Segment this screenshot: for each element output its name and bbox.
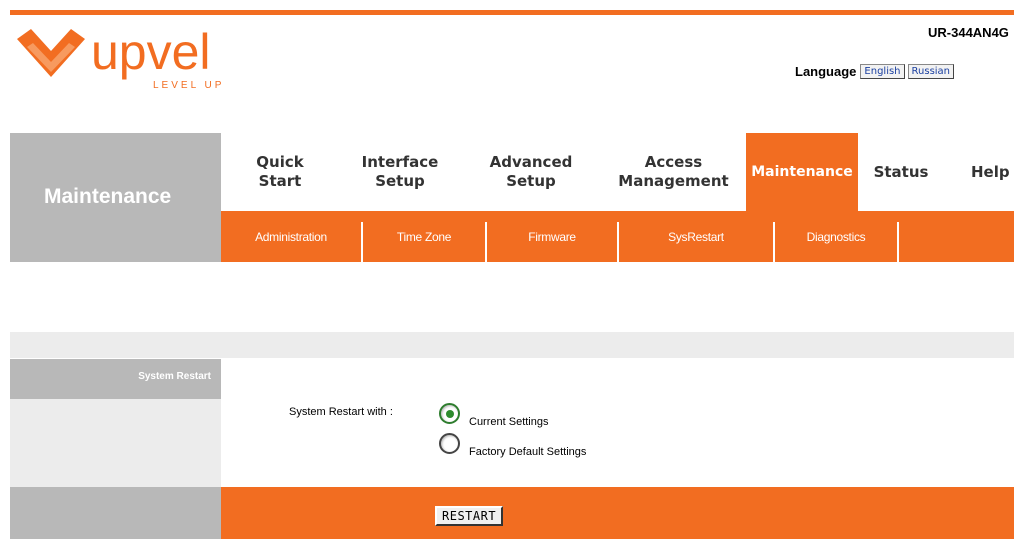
language-label: Language <box>795 64 857 79</box>
tab-advanced-setup[interactable]: Advanced Setup <box>461 133 601 211</box>
tab-label-line2: Setup <box>506 172 556 190</box>
subtab-sysrestart[interactable]: SysRestart <box>619 211 773 262</box>
language-english-button[interactable]: English <box>860 64 905 79</box>
main-nav: Quick Start Interface Setup Advanced Setup … <box>221 133 1014 211</box>
current-settings-radio[interactable] <box>439 403 460 424</box>
model-name: UR-344AN4G <box>928 25 1009 40</box>
page-title: Maintenance <box>44 185 172 208</box>
subnav-divider <box>897 222 899 262</box>
section-header-panel: Maintenance <box>10 133 221 262</box>
top-accent-line <box>10 10 1014 15</box>
current-settings-label: Current Settings <box>469 416 549 428</box>
tab-label-line1: Status <box>873 162 929 181</box>
tab-interface-setup[interactable]: Interface Setup <box>339 133 461 211</box>
router-admin-page: upvel LEVEL UP UR-344AN4G Language Engli… <box>0 0 1014 539</box>
system-restart-with-label: System Restart with : <box>289 406 393 418</box>
tab-label-line2: Setup <box>375 172 425 190</box>
tab-label-line1: Quick <box>256 153 304 171</box>
factory-default-radio[interactable] <box>439 433 460 454</box>
tab-label-line2: Start <box>258 172 302 190</box>
language-russian-button[interactable]: Russian <box>907 64 955 79</box>
subtab-time-zone[interactable]: Time Zone <box>363 211 485 262</box>
tab-label-line1: Access <box>644 153 703 171</box>
restart-button[interactable]: RESTART <box>435 506 504 526</box>
footer-action-bar <box>221 487 1014 539</box>
logo-tagline: LEVEL UP <box>153 80 224 91</box>
tab-label-line2: Management <box>618 172 729 190</box>
tab-help[interactable]: Help <box>944 133 1014 211</box>
system-restart-section-header: System Restart <box>10 359 221 399</box>
tab-label-line1: Interface <box>361 153 439 171</box>
tab-label-line1: Help <box>971 162 1010 181</box>
section-label-column <box>10 399 221 487</box>
tab-status[interactable]: Status <box>858 133 944 211</box>
tab-label-line1: Maintenance <box>751 163 853 180</box>
tab-access-management[interactable]: Access Management <box>601 133 746 211</box>
subtab-firmware[interactable]: Firmware <box>487 211 617 262</box>
subtab-administration[interactable]: Administration <box>221 211 361 262</box>
footer-left-panel <box>10 487 221 539</box>
logo-graphic: upvel LEVEL UP <box>17 24 224 91</box>
language-selector: Language English Russian <box>795 64 957 79</box>
subtab-diagnostics[interactable]: Diagnostics <box>775 211 897 262</box>
factory-default-label: Factory Default Settings <box>469 446 587 458</box>
sub-nav: Administration Time Zone Firmware SysRes… <box>221 211 1014 262</box>
spacer-band <box>10 332 1014 358</box>
tab-maintenance[interactable]: Maintenance <box>746 133 858 211</box>
tab-quick-start[interactable]: Quick Start <box>221 133 339 211</box>
logo-wordmark: upvel <box>91 24 211 80</box>
system-restart-section-label: System Restart <box>138 371 211 382</box>
tab-label-line1: Advanced <box>489 153 573 171</box>
upvel-logo[interactable]: upvel LEVEL UP <box>15 17 245 92</box>
